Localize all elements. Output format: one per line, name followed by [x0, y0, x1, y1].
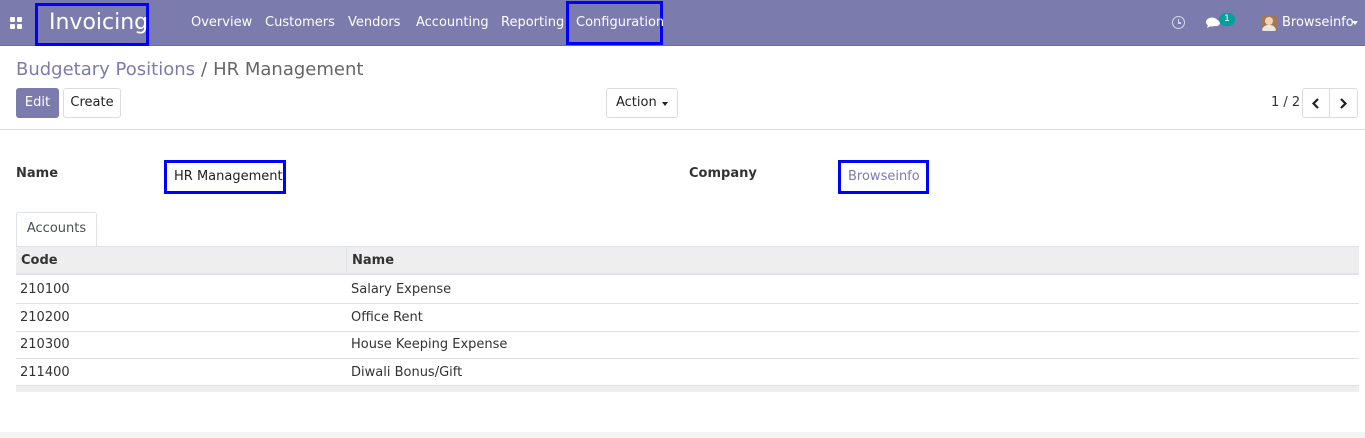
- tab-accounts[interactable]: Accounts: [16, 212, 97, 247]
- user-menu-name[interactable]: Browseinfo: [1282, 0, 1354, 46]
- table-row[interactable]: 210300 House Keeping Expense: [16, 331, 1359, 359]
- user-avatar[interactable]: [1261, 15, 1277, 31]
- user-menu-caret-icon[interactable]: [1352, 21, 1358, 25]
- action-dropdown-label: Action: [616, 95, 657, 110]
- action-dropdown[interactable]: Action: [606, 88, 678, 118]
- top-navbar: Invoicing Overview Customers Vendors Acc…: [0, 0, 1365, 46]
- breadcrumb: Budgetary Positions / HR Management: [16, 59, 363, 81]
- menu-vendors[interactable]: Vendors: [348, 0, 400, 46]
- menu-overview[interactable]: Overview: [191, 0, 252, 46]
- cell-name: Salary Expense: [351, 282, 452, 297]
- pager-previous-button[interactable]: [1302, 88, 1330, 118]
- company-link[interactable]: Browseinfo: [838, 160, 929, 194]
- cell-code: 210300: [20, 337, 70, 352]
- notification-badge: 1: [1219, 13, 1235, 26]
- cell-name: Diwali Bonus/Gift: [351, 365, 463, 380]
- activity-clock-icon[interactable]: [1172, 16, 1185, 29]
- pager-value[interactable]: 1 / 2: [1271, 88, 1300, 118]
- table-header: Code Name: [16, 246, 1359, 275]
- control-panel-divider: [0, 129, 1365, 130]
- action-caret-icon: [662, 102, 668, 106]
- chevron-left-icon: [1311, 98, 1319, 109]
- company-label: Company: [689, 166, 757, 181]
- menu-reporting[interactable]: Reporting: [501, 0, 564, 46]
- table-row[interactable]: 211400 Diwali Bonus/Gift: [16, 359, 1359, 387]
- edit-button[interactable]: Edit: [16, 88, 59, 118]
- app-title[interactable]: Invoicing: [35, 3, 149, 46]
- cell-code: 210200: [20, 310, 70, 325]
- cell-code: 211400: [20, 365, 70, 380]
- chevron-right-icon: [1340, 98, 1348, 109]
- create-button[interactable]: Create: [63, 88, 121, 118]
- apps-grid-icon[interactable]: [10, 17, 22, 29]
- breadcrumb-separator: /: [201, 59, 208, 80]
- column-header-name[interactable]: Name: [347, 247, 1359, 274]
- menu-customers[interactable]: Customers: [265, 0, 335, 46]
- page-bottom-strip: [0, 432, 1365, 438]
- breadcrumb-current: HR Management: [213, 59, 364, 80]
- cell-code: 210100: [20, 282, 70, 297]
- name-label: Name: [16, 166, 59, 181]
- table-row[interactable]: 210200 Office Rent: [16, 304, 1359, 332]
- cell-name: House Keeping Expense: [351, 337, 508, 352]
- column-header-code[interactable]: Code: [16, 247, 347, 274]
- menu-accounting[interactable]: Accounting: [416, 0, 489, 46]
- messaging-icon[interactable]: [1206, 17, 1220, 28]
- pager-next-button[interactable]: [1330, 88, 1358, 118]
- table-row[interactable]: 210100 Salary Expense: [16, 276, 1359, 304]
- cell-name: Office Rent: [351, 310, 423, 325]
- name-field[interactable]: HR Management: [164, 160, 286, 194]
- breadcrumb-parent[interactable]: Budgetary Positions: [16, 59, 195, 80]
- menu-configuration[interactable]: Configuration: [576, 0, 664, 46]
- table-footer: [16, 385, 1359, 392]
